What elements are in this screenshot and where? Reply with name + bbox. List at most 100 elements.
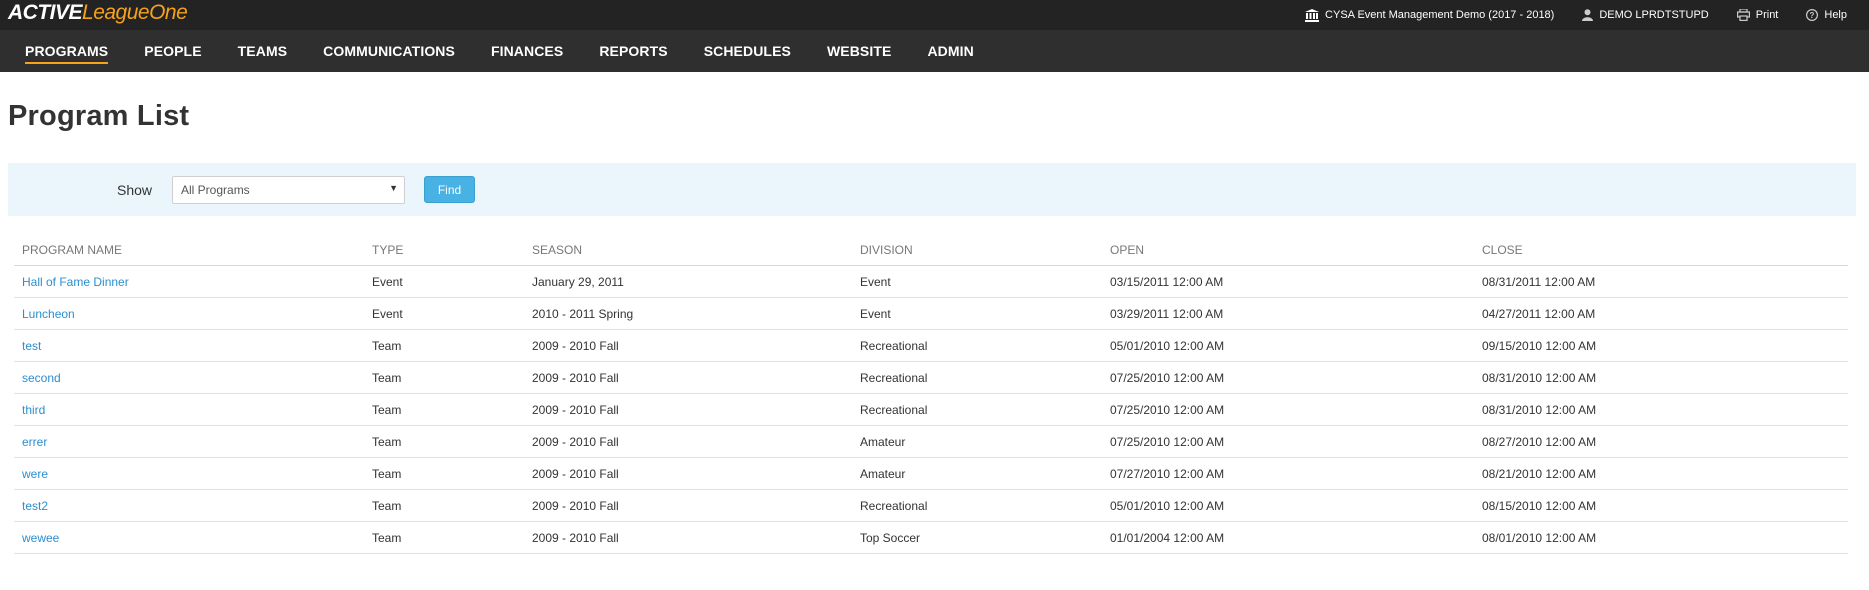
table-row: test Team 2009 - 2010 Fall Recreational 05/0…	[14, 330, 1848, 362]
page-title: Program List	[8, 100, 190, 132]
nav-reports[interactable]: REPORTS	[599, 30, 667, 72]
program-name-link[interactable]: wewee	[14, 531, 364, 545]
nav-finances[interactable]: FINANCES	[491, 30, 563, 72]
table-row: third Team 2009 - 2010 Fall Recreational 07/…	[14, 394, 1848, 426]
top-bar: ACTIVE LeagueOne CYSA Event Management De…	[0, 0, 1869, 30]
program-name-link[interactable]: second	[14, 371, 364, 385]
find-button[interactable]: Find	[424, 176, 475, 203]
column-header-open[interactable]: OPEN	[1102, 243, 1474, 257]
cell-open: 07/25/2010 12:00 AM	[1110, 370, 1225, 385]
table-row: Luncheon Event 2010 - 2011 Spring Event 03/2…	[14, 298, 1848, 330]
cell-division: Event	[860, 306, 891, 321]
top-right-menu: CYSA Event Management Demo (2017 - 2018)…	[1305, 8, 1861, 22]
cell-type: Team	[372, 402, 402, 417]
cell-season: 2009 - 2010 Fall	[532, 338, 619, 353]
program-name-link[interactable]: Hall of Fame Dinner	[14, 275, 364, 289]
cell-open: 07/25/2010 12:00 AM	[1110, 402, 1225, 417]
user-icon	[1582, 9, 1594, 21]
user-menu[interactable]: DEMO LPRDTSTUPD	[1582, 9, 1709, 21]
table-row: Hall of Fame Dinner Event January 29, 2011…	[14, 266, 1848, 298]
print-link[interactable]: Print	[1736, 9, 1779, 21]
program-name-link[interactable]: Luncheon	[14, 307, 364, 321]
cell-open: 01/01/2004 12:00 AM	[1110, 530, 1225, 545]
chevron-down-icon: ▼	[389, 183, 398, 193]
cell-season: 2009 - 2010 Fall	[532, 466, 619, 481]
table-row: wewee Team 2009 - 2010 Fall Top Soccer 01/01…	[14, 522, 1848, 554]
help-label: Help	[1824, 9, 1847, 21]
svg-text:?: ?	[1810, 11, 1815, 20]
column-header-type[interactable]: TYPE	[364, 243, 524, 257]
program-name-link[interactable]: third	[14, 403, 364, 417]
cell-close: 08/31/2011 12:00 AM	[1482, 274, 1596, 289]
program-name-link[interactable]: were	[14, 467, 364, 481]
cell-season: 2009 - 2010 Fall	[532, 402, 619, 417]
cell-division: Recreational	[860, 498, 928, 513]
help-link[interactable]: ? Help	[1806, 9, 1847, 21]
cell-type: Team	[372, 466, 402, 481]
institution-icon	[1305, 8, 1320, 22]
cell-division: Amateur	[860, 434, 906, 449]
cell-season: 2010 - 2011 Spring	[532, 306, 634, 321]
cell-type: Team	[372, 434, 402, 449]
cell-division: Event	[860, 274, 891, 289]
cell-type: Event	[372, 274, 403, 289]
cell-open: 07/25/2010 12:00 AM	[1110, 434, 1225, 449]
program-name-link[interactable]: test	[14, 339, 364, 353]
nav-communications[interactable]: COMMUNICATIONS	[323, 30, 455, 72]
activeleagueone-logo[interactable]: ACTIVE LeagueOne	[8, 1, 188, 25]
user-name: DEMO LPRDTSTUPD	[1599, 9, 1709, 21]
nav-schedules[interactable]: SCHEDULES	[704, 30, 791, 72]
program-filter-value: All Programs	[181, 183, 250, 197]
cell-open: 05/01/2010 12:00 AM	[1110, 498, 1225, 513]
column-header-season[interactable]: SEASON	[524, 243, 852, 257]
cell-close: 08/31/2010 12:00 AM	[1482, 370, 1597, 385]
cell-open: 03/15/2011 12:00 AM	[1110, 274, 1224, 289]
table-body: Hall of Fame Dinner Event January 29, 2011…	[14, 266, 1848, 554]
cell-season: 2009 - 2010 Fall	[532, 498, 619, 513]
cell-division: Amateur	[860, 466, 906, 481]
nav-website[interactable]: WEBSITE	[827, 30, 891, 72]
column-header-division[interactable]: DIVISION	[852, 243, 1102, 257]
column-header-close[interactable]: CLOSE	[1474, 243, 1848, 257]
cell-open: 07/27/2010 12:00 AM	[1110, 466, 1225, 481]
table-row: errer Team 2009 - 2010 Fall Amateur 07/25/20…	[14, 426, 1848, 458]
cell-season: 2009 - 2010 Fall	[532, 370, 619, 385]
cell-close: 08/27/2010 12:00 AM	[1482, 434, 1597, 449]
cell-type: Team	[372, 498, 402, 513]
cell-open: 05/01/2010 12:00 AM	[1110, 338, 1225, 353]
org-selector[interactable]: CYSA Event Management Demo (2017 - 2018)	[1305, 8, 1554, 22]
logo-part-leagueone: LeagueOne	[82, 1, 188, 24]
nav-admin[interactable]: ADMIN	[927, 30, 973, 72]
show-label: Show	[117, 182, 153, 198]
cell-close: 08/21/2010 12:00 AM	[1482, 466, 1597, 481]
program-table: PROGRAM NAME TYPE SEASON DIVISION OPEN C…	[14, 235, 1848, 554]
cell-close: 04/27/2011 12:00 AM	[1482, 306, 1596, 321]
print-label: Print	[1755, 9, 1779, 21]
cell-division: Recreational	[860, 370, 928, 385]
nav-teams[interactable]: TEAMS	[238, 30, 288, 72]
program-name-link[interactable]: test2	[14, 499, 364, 513]
cell-division: Recreational	[860, 402, 928, 417]
cell-close: 09/15/2010 12:00 AM	[1482, 338, 1597, 353]
column-header-program-name[interactable]: PROGRAM NAME	[14, 243, 364, 257]
nav-programs[interactable]: PROGRAMS	[25, 30, 109, 72]
cell-type: Team	[372, 370, 402, 385]
program-filter-select[interactable]: All Programs ▼	[172, 176, 405, 204]
program-name-link[interactable]: errer	[14, 435, 364, 449]
printer-icon	[1736, 9, 1750, 21]
logo-part-active: ACTIVE	[8, 1, 83, 24]
cell-division: Top Soccer	[860, 530, 921, 545]
table-row: second Team 2009 - 2010 Fall Recreational 07…	[14, 362, 1848, 394]
cell-close: 08/15/2010 12:00 AM	[1482, 498, 1597, 513]
nav-people[interactable]: PEOPLE	[144, 30, 201, 72]
table-row: test2 Team 2009 - 2010 Fall Recreational 05/…	[14, 490, 1848, 522]
table-row: were Team 2009 - 2010 Fall Amateur 07/27/201…	[14, 458, 1848, 490]
cell-type: Team	[372, 530, 402, 545]
cell-close: 08/31/2010 12:00 AM	[1482, 402, 1597, 417]
filter-bar: Show All Programs ▼ Find	[8, 163, 1856, 216]
cell-division: Recreational	[860, 338, 928, 353]
table-header: PROGRAM NAME TYPE SEASON DIVISION OPEN C…	[14, 235, 1848, 266]
cell-season: 2009 - 2010 Fall	[532, 530, 619, 545]
cell-type: Event	[372, 306, 403, 321]
cell-type: Team	[372, 338, 402, 353]
